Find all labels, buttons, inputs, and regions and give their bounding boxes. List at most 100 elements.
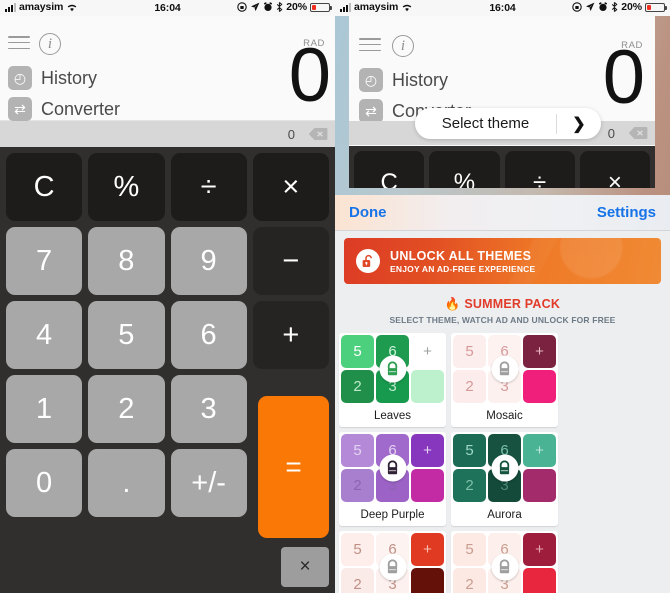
status-bar: amaysim 16:04 20% bbox=[0, 0, 335, 16]
rotation-lock-icon bbox=[572, 2, 583, 12]
key-5[interactable]: 5 bbox=[88, 301, 165, 369]
lock-icon bbox=[491, 553, 518, 581]
done-button[interactable]: Done bbox=[349, 204, 387, 221]
key-1[interactable]: 1 bbox=[6, 375, 83, 443]
background-keypad-row: C % ÷ × bbox=[349, 146, 655, 188]
backspace-icon[interactable] bbox=[308, 127, 328, 141]
key-7[interactable]: 7 bbox=[6, 227, 83, 295]
unlock-all-themes-banner[interactable]: UNLOCK ALL THEMES ENJOY AN AD-FREE EXPER… bbox=[344, 238, 661, 284]
key-clear[interactable]: C bbox=[6, 153, 83, 221]
settings-button[interactable]: Settings bbox=[597, 204, 656, 221]
select-theme-popup[interactable]: Select theme ❯ bbox=[415, 108, 601, 139]
key-clear-2[interactable]: C bbox=[354, 151, 425, 188]
bluetooth-icon bbox=[612, 2, 618, 12]
preview-key-2: 2 bbox=[341, 469, 374, 502]
open-lock-icon bbox=[356, 249, 380, 273]
left-phone-screen: amaysim 16:04 20% i RAD 0 ◴ History ⇄ Co… bbox=[0, 0, 335, 593]
theme-tile[interactable]: 5 6 +2 3 Deep Purple bbox=[339, 432, 446, 526]
calculator-keypad: C % ÷ × 7 8 9 − 4 5 6 + 1 2 3 0 . +/- = … bbox=[0, 147, 335, 593]
key-divide[interactable]: ÷ bbox=[170, 153, 247, 221]
close-ad-button[interactable]: × bbox=[281, 547, 329, 587]
sidebar-item-converter[interactable]: ⇄ Converter bbox=[8, 97, 120, 121]
preview-key-plus: + bbox=[411, 335, 444, 368]
key-multiply[interactable]: × bbox=[252, 153, 329, 221]
theme-tile[interactable]: 5 6 +2 3 Mosaic bbox=[451, 333, 558, 427]
sidebar-item-history-2[interactable]: ◴ History bbox=[359, 68, 448, 92]
preview-key-5: 5 bbox=[453, 335, 486, 368]
calculator-display-area: i RAD 0 ◴ History ⇄ Converter bbox=[0, 16, 335, 121]
theme-name-label: Mosaic bbox=[451, 405, 558, 427]
swap-arrows-icon: ⇄ bbox=[8, 97, 32, 121]
key-equals[interactable]: = bbox=[258, 396, 329, 538]
theme-preview: 5 6 +2 3 bbox=[339, 432, 446, 504]
preview-key-plus: + bbox=[523, 434, 556, 467]
lock-icon bbox=[491, 355, 518, 383]
swap-arrows-icon: ⇄ bbox=[359, 99, 383, 123]
sidebar-item-converter-label: Converter bbox=[41, 98, 121, 119]
key-9[interactable]: 9 bbox=[170, 227, 247, 295]
key-percent-2[interactable]: % bbox=[429, 151, 500, 188]
key-percent[interactable]: % bbox=[88, 153, 165, 221]
banner-subtitle: ENJOY AN AD-FREE EXPERIENCE bbox=[390, 263, 536, 274]
status-bar-right-2: 20% bbox=[572, 1, 667, 13]
theme-preview: 5 6 +2 3 bbox=[339, 531, 446, 593]
menu-hamburger-icon[interactable] bbox=[359, 38, 381, 52]
key-0[interactable]: 0 bbox=[6, 449, 83, 517]
sidebar-item-history-label: History bbox=[41, 67, 98, 88]
preview-key-2: 2 bbox=[453, 469, 486, 502]
theme-tile[interactable]: 5 6 +2 3 Aurora bbox=[451, 432, 558, 526]
theme-tile[interactable]: 56+23Volcano bbox=[339, 531, 446, 593]
theme-tile[interactable]: 56+23Fireworks bbox=[451, 531, 558, 593]
status-bar-right: 20% bbox=[237, 1, 332, 13]
preview-key-plus: + bbox=[523, 335, 556, 368]
key-8[interactable]: 8 bbox=[88, 227, 165, 295]
key-multiply-2[interactable]: × bbox=[579, 151, 650, 188]
key-2[interactable]: 2 bbox=[88, 375, 165, 443]
theme-preview: 5 6 +2 3 bbox=[451, 333, 558, 405]
keypad-row-3: 4 5 6 + bbox=[6, 301, 329, 369]
sidebar-item-history-label-2: History bbox=[392, 69, 449, 90]
theme-name-label: Deep Purple bbox=[339, 504, 446, 526]
key-decimal[interactable]: . bbox=[88, 449, 165, 517]
preview-key-plus: + bbox=[411, 533, 444, 566]
preview-key-2: 2 bbox=[341, 568, 374, 593]
preview-key-2: 2 bbox=[341, 370, 374, 403]
preview-key-accent bbox=[411, 370, 444, 403]
theme-tile[interactable]: 5 6 +2 3 Leaves bbox=[339, 333, 446, 427]
preview-key-5: 5 bbox=[341, 335, 374, 368]
menu-hamburger-icon[interactable] bbox=[8, 36, 30, 50]
chevron-right-icon[interactable]: ❯ bbox=[557, 114, 601, 134]
key-4[interactable]: 4 bbox=[6, 301, 83, 369]
preview-key-5: 5 bbox=[453, 533, 486, 566]
preview-key-5: 5 bbox=[341, 434, 374, 467]
calculator-result-2: 0 bbox=[602, 35, 645, 120]
key-6[interactable]: 6 bbox=[170, 301, 247, 369]
preview-key-accent bbox=[411, 469, 444, 502]
banner-title: UNLOCK ALL THEMES bbox=[390, 248, 532, 263]
keypad-row-2: 7 8 9 − bbox=[6, 227, 329, 295]
key-minus[interactable]: − bbox=[252, 227, 329, 295]
backspace-icon[interactable] bbox=[628, 126, 648, 140]
sidebar-item-history[interactable]: ◴ History bbox=[8, 66, 97, 90]
select-theme-label: Select theme bbox=[441, 115, 530, 132]
bluetooth-icon bbox=[277, 2, 283, 12]
preview-key-plus: + bbox=[411, 434, 444, 467]
info-icon[interactable]: i bbox=[39, 33, 61, 55]
key-plus[interactable]: + bbox=[252, 301, 329, 369]
status-bar-right-pane: amaysim 16:04 20% bbox=[335, 0, 670, 16]
info-icon[interactable]: i bbox=[392, 35, 414, 57]
calculator-input-value: 0 bbox=[287, 126, 295, 142]
theme-picker-sheet: Done Settings UNLOCK ALL THEMES ENJOY AN… bbox=[335, 195, 670, 593]
screenshot-root: amaysim 16:04 20% i RAD 0 ◴ History ⇄ Co… bbox=[0, 0, 670, 593]
battery-percent-label-2: 20% bbox=[621, 1, 642, 13]
key-divide-2[interactable]: ÷ bbox=[504, 151, 575, 188]
background-calculator-preview: i RAD 0 ◴ History ⇄ Converter 0 bbox=[349, 16, 655, 188]
battery-percent-label: 20% bbox=[286, 1, 307, 13]
theme-name-label: Aurora bbox=[451, 504, 558, 526]
key-sign-toggle[interactable]: +/- bbox=[170, 449, 247, 517]
preview-key-accent bbox=[523, 568, 556, 593]
theme-grid: 5 6 +2 3 Leaves 5 6 +2 3 Mosaic 5 6 +2 3 Deep Purple 5 6… bbox=[335, 333, 670, 593]
key-3[interactable]: 3 bbox=[170, 375, 247, 443]
preview-key-accent bbox=[523, 370, 556, 403]
location-arrow-icon bbox=[251, 2, 260, 12]
